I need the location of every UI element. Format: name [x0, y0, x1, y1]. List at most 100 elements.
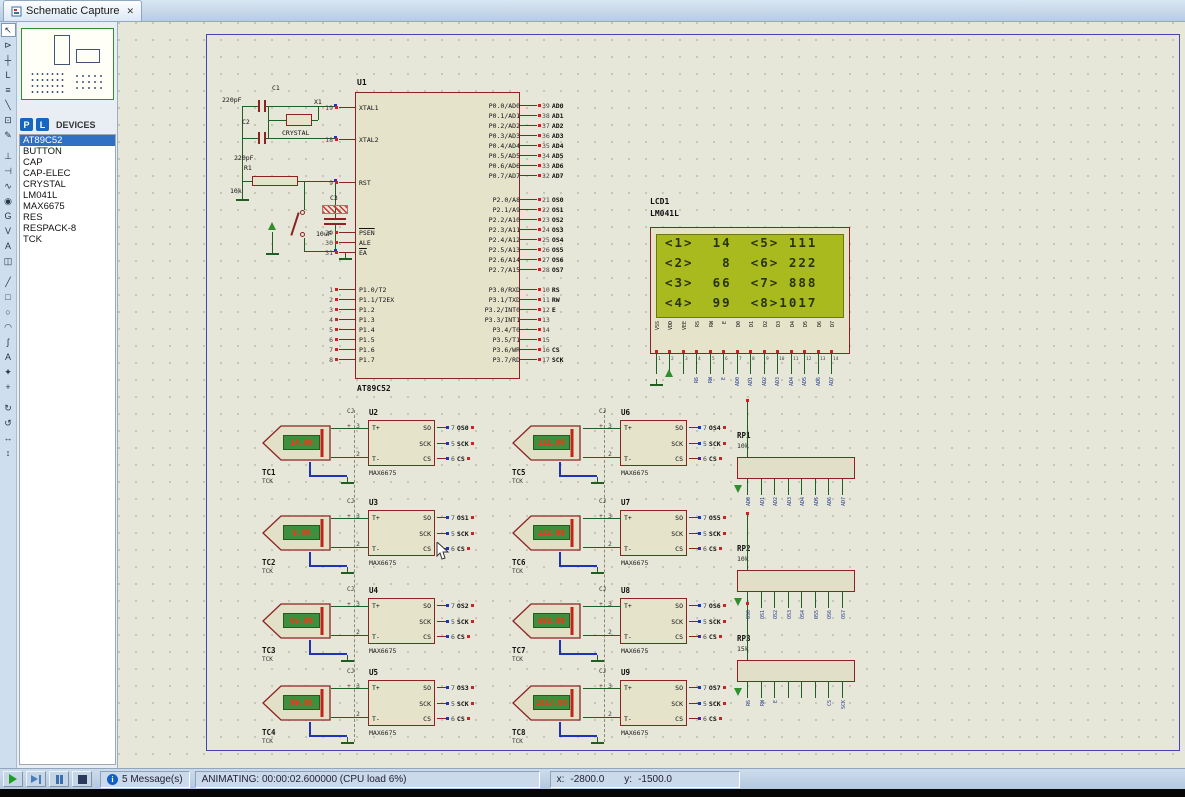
current-probe-mode-icon[interactable]: A — [1, 239, 16, 253]
chip-pin-p02[interactable]: P0.2/AD2 37 AD2 — [460, 121, 564, 130]
chip-pin-p22[interactable]: P2.2/A10 23 OS2 — [460, 215, 564, 224]
component-max6675-u5[interactable]: CJ U5 MAX6675 +3 2 T+ T- SO SCK CS 7 OS3 5 SCK… — [331, 668, 474, 737]
instant-edit-mode-icon[interactable]: ✎ — [1, 128, 16, 142]
markers-mode-icon[interactable]: + — [1, 380, 16, 394]
terminals-mode-icon[interactable]: ⊥ — [1, 149, 16, 163]
rotate-clockwise-icon[interactable]: ↻ — [1, 401, 16, 415]
chip-pin-p24[interactable]: P2.4/A12 25 OS4 — [460, 235, 564, 244]
device-item-button[interactable]: BUTTON — [20, 146, 115, 157]
chip-pin-p13[interactable]: 4 P1.3 — [319, 315, 375, 324]
pick-devices-button[interactable]: P — [20, 118, 33, 131]
chip-pin-p06[interactable]: P0.6/AD6 33 AD6 — [460, 161, 564, 170]
y-mirror-icon[interactable]: ↕ — [1, 446, 16, 460]
2d-text-mode-icon[interactable]: A — [1, 350, 16, 364]
voltage-probe-mode-icon[interactable]: V — [1, 224, 16, 238]
close-tab-icon[interactable]: ✕ — [127, 6, 135, 17]
2d-line-mode-icon[interactable]: ╱ — [1, 275, 16, 289]
chip-pin-p26[interactable]: P2.6/A14 27 OS6 — [460, 255, 564, 264]
library-manager-button[interactable]: L — [36, 118, 49, 131]
chip-pin-p32[interactable]: P3.2/INT0 12 E — [460, 305, 556, 314]
chip-pin-p27[interactable]: P2.7/A15 28 OS7 — [460, 265, 564, 274]
chip-pin-p17[interactable]: 8 P1.7 — [319, 355, 375, 364]
subcircuit-mode-icon[interactable]: ⊡ — [1, 113, 16, 127]
chip-pin-p03[interactable]: P0.3/AD3 36 AD3 — [460, 131, 564, 140]
chip-pin-p12[interactable]: 3 P1.2 — [319, 305, 375, 314]
virtual-instruments-mode-icon[interactable]: ◫ — [1, 254, 16, 268]
chip-pin-p11[interactable]: 2 P1.1/T2EX — [319, 295, 394, 304]
chip-pin-p15[interactable]: 6 P1.5 — [319, 335, 375, 344]
chip-pin-p34[interactable]: P3.4/T0 14 — [460, 325, 552, 334]
device-item-cap-elec[interactable]: CAP-ELEC — [20, 168, 115, 179]
component-max6675-u2[interactable]: CJ U2 MAX6675 +3 2 T+ T- SO SCK CS 7 OS0 5 SCK… — [331, 408, 474, 477]
component-thermocouple-tc5[interactable]: 111.00 TC5 TCK — [512, 422, 604, 485]
chip-pin-p00[interactable]: P0.0/AD0 39 AD0 — [460, 101, 564, 110]
device-item-at89c52[interactable]: AT89C52 — [20, 135, 115, 146]
chip-pin-p31[interactable]: P3.1/TXD 11 RW — [460, 295, 560, 304]
2d-circle-mode-icon[interactable]: ○ — [1, 305, 16, 319]
component-respack-rp3[interactable]: RP3 15k RS RW E CS SCK — [734, 602, 867, 724]
2d-box-mode-icon[interactable]: □ — [1, 290, 16, 304]
play-button[interactable] — [3, 771, 23, 787]
component-mode-icon[interactable]: ⊳ — [1, 38, 16, 52]
step-button[interactable] — [26, 771, 46, 787]
message-count[interactable]: 5 Message(s) — [122, 774, 183, 785]
text-script-mode-icon[interactable]: ≡ — [1, 83, 16, 97]
chip-pin-p33[interactable]: P3.3/INT1 13 — [460, 315, 552, 324]
component-thermocouple-tc2[interactable]: 8.00 TC2 TCK — [262, 512, 354, 575]
selection-mode-icon[interactable]: ↖ — [0, 23, 16, 37]
message-panel[interactable]: 5 Message(s) — [100, 770, 190, 788]
component-thermocouple-tc1[interactable]: 14.00 TC1 TCK — [262, 422, 354, 485]
component-max6675-u6[interactable]: CJ U6 MAX6675 +3 2 T+ T- SO SCK CS 7 OS4 5 SCK… — [583, 408, 726, 477]
device-item-crystal[interactable]: CRYSTAL — [20, 179, 115, 190]
chip-pin-p30[interactable]: P3.0/RXD 10 RS — [460, 285, 560, 294]
2d-arc-mode-icon[interactable]: ◠ — [1, 320, 16, 334]
device-pins-mode-icon[interactable]: ⊣ — [1, 164, 16, 178]
tape-recorder-mode-icon[interactable]: ◉ — [1, 194, 16, 208]
2d-path-mode-icon[interactable]: ʃ — [1, 335, 16, 349]
x-mirror-icon[interactable]: ↔ — [1, 431, 16, 445]
component-thermocouple-tc6[interactable]: 222.00 TC6 TCK — [512, 512, 604, 575]
chip-pin-p20[interactable]: P2.0/A8 21 OS0 — [460, 195, 564, 204]
chip-pin-xtal1[interactable]: 19 XTAL1 — [319, 103, 378, 112]
junction-dot-mode-icon[interactable]: ┼ — [1, 53, 16, 67]
chip-pin-p16[interactable]: 7 P1.6 — [319, 345, 375, 354]
device-item-res[interactable]: RES — [20, 212, 115, 223]
chip-pin-xtal2[interactable]: 18 XTAL2 — [319, 135, 378, 144]
device-item-respack-8[interactable]: RESPACK-8 — [20, 223, 115, 234]
graph-mode-icon[interactable]: ∿ — [1, 179, 16, 193]
component-at89c52[interactable]: 19 XTAL1 18 XTAL2 9 RST 29 PSEN 30 ALE 31 EA 1… — [325, 92, 564, 379]
chip-pin-p35[interactable]: P3.5/T1 15 — [460, 335, 552, 344]
2d-symbol-mode-icon[interactable]: ✦ — [1, 365, 16, 379]
chip-pin-p10[interactable]: 1 P1.0/T2 — [319, 285, 386, 294]
chip-pin-p14[interactable]: 5 P1.4 — [319, 325, 375, 334]
chip-pin-p25[interactable]: P2.5/A13 26 OS5 — [460, 245, 564, 254]
overview-minimap[interactable] — [21, 28, 114, 100]
tab-schematic-capture[interactable]: Schematic Capture ✕ — [3, 0, 143, 21]
chip-pin-p37[interactable]: P3.7/RD 17 SCK — [460, 355, 564, 364]
chip-pin-p36[interactable]: P3.6/WR 16 CS — [460, 345, 560, 354]
chip-pin-p21[interactable]: P2.1/A9 22 OS1 — [460, 205, 564, 214]
device-item-max6675[interactable]: MAX6675 — [20, 201, 115, 212]
component-max6675-u9[interactable]: CJ U9 MAX6675 +3 2 T+ T- SO SCK CS 7 OS7 5 SCK… — [583, 668, 726, 737]
buses-mode-icon[interactable]: ╲ — [1, 98, 16, 112]
component-thermocouple-tc4[interactable]: 99.00 TC4 TCK — [262, 682, 354, 745]
chip-pin-p04[interactable]: P0.4/AD4 35 AD4 — [460, 141, 564, 150]
component-respack-rp1[interactable]: RP1 10k AD0 AD1 AD2 AD3 AD4 AD5 AD6 AD7 — [734, 399, 867, 521]
rotate-anticlockwise-icon[interactable]: ↺ — [1, 416, 16, 430]
chip-pin-ale[interactable]: 30 ALE — [319, 238, 371, 247]
pause-button[interactable] — [49, 771, 69, 787]
chip-pin-psen[interactable]: 29 PSEN — [319, 228, 374, 237]
chip-pin-p01[interactable]: P0.1/AD1 38 AD1 — [460, 111, 564, 120]
component-thermocouple-tc3[interactable]: 66.00 TC3 TCK — [262, 600, 354, 663]
component-max6675-u7[interactable]: CJ U7 MAX6675 +3 2 T+ T- SO SCK CS 7 OS5 5 SCK… — [583, 498, 726, 567]
schematic-canvas[interactable]: C1 220pF C2 220pF X1 CRYSTAL R1 10k C3 1… — [118, 22, 1185, 768]
component-max6675-u3[interactable]: CJ U3 MAX6675 +3 2 T+ T- SO SCK CS 7 OS1 5 SCK… — [331, 498, 474, 567]
device-item-tck[interactable]: TCK — [20, 234, 115, 245]
device-item-cap[interactable]: CAP — [20, 157, 115, 168]
component-respack-rp2[interactable]: RP2 10k OS0 OS1 OS2 OS3 OS4 OS5 OS6 OS7 — [734, 512, 867, 634]
component-max6675-u8[interactable]: CJ U8 MAX6675 +3 2 T+ T- SO SCK CS 7 OS6 5 SCK… — [583, 586, 726, 655]
component-thermocouple-tc7[interactable]: 888.00 TC7 TCK — [512, 600, 604, 663]
component-lcd-lm041l[interactable]: LCD1 LM041L <1> 14 <5> 111 <2> 8 <6> 222… — [650, 197, 850, 407]
chip-pin-p07[interactable]: P0.7/AD7 32 AD7 — [460, 171, 564, 180]
chip-pin-rst[interactable]: 9 RST — [319, 178, 371, 187]
